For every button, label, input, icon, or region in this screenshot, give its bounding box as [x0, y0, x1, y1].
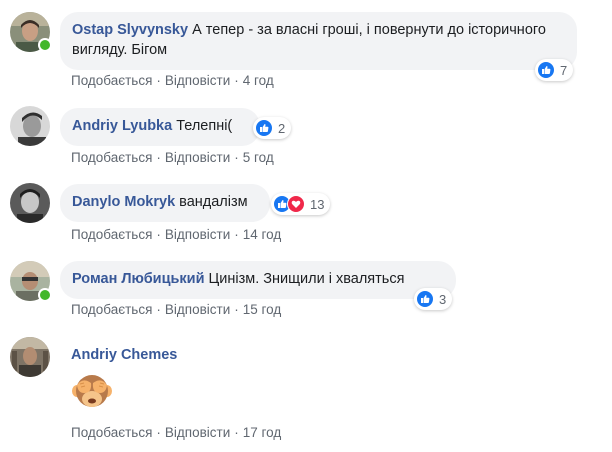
online-status-indicator	[38, 288, 52, 302]
comment-author[interactable]: Andriy Lyubka	[72, 118, 172, 134]
comment-bubble: Andriy Chemes	[60, 337, 260, 375]
reactions-badge[interactable]: 3	[414, 288, 453, 310]
reaction-count: 13	[310, 196, 325, 212]
comment-actions: Подобається · Відповісти · 5 год	[71, 150, 274, 165]
avatar[interactable]	[10, 337, 50, 377]
comment-bubble: Ostap Slyvynsky А тепер - за власні гроші…	[60, 12, 577, 70]
reaction-count: 3	[439, 291, 447, 307]
comment-author[interactable]: Andriy Chemes	[71, 347, 177, 363]
reactions-badge[interactable]: 2	[253, 117, 292, 139]
see-no-evil-monkey-emoji	[72, 371, 112, 411]
comment-timestamp[interactable]: 4 год	[243, 73, 274, 88]
like-button[interactable]: Подобається	[71, 227, 152, 242]
like-button[interactable]: Подобається	[71, 150, 152, 165]
separator: ·	[234, 73, 239, 88]
separator: ·	[156, 73, 161, 88]
separator: ·	[234, 302, 239, 317]
like-icon	[537, 61, 555, 79]
comment-actions: Подобається · Відповісти · 15 год	[71, 302, 281, 317]
like-button[interactable]: Подобається	[71, 302, 152, 317]
comment-bubble: Роман Любицький Цинізм. Знищили і хвалять…	[60, 261, 456, 299]
like-icon	[416, 290, 434, 308]
reply-button[interactable]: Відповісти	[165, 227, 230, 242]
avatar[interactable]	[10, 106, 50, 146]
online-status-indicator	[38, 38, 52, 52]
comment-actions: Подобається · Відповісти · 17 год	[71, 425, 281, 440]
separator: ·	[156, 150, 161, 165]
separator: ·	[234, 150, 239, 165]
comment-text: Телепні(	[176, 118, 233, 134]
reply-button[interactable]: Відповісти	[165, 73, 230, 88]
separator: ·	[156, 227, 161, 242]
separator: ·	[234, 227, 239, 242]
comment-bubble: Danylo Mokryk вандалізм	[60, 184, 270, 222]
comment-text: вандалізм	[179, 194, 248, 210]
comment-author[interactable]: Роман Любицький	[72, 271, 205, 287]
comment-actions: Подобається · Відповісти · 4 год	[71, 73, 274, 88]
reply-button[interactable]: Відповісти	[165, 150, 230, 165]
comment-timestamp[interactable]: 14 год	[243, 227, 281, 242]
comment-author[interactable]: Ostap Slyvynsky	[72, 22, 188, 38]
comment-timestamp[interactable]: 17 год	[243, 425, 281, 440]
comment-text: Цинізм. Знищили і хваляться	[208, 271, 405, 287]
comment-author[interactable]: Danylo Mokryk	[72, 194, 175, 210]
separator: ·	[156, 302, 161, 317]
separator: ·	[156, 425, 161, 440]
like-button[interactable]: Подобається	[71, 73, 152, 88]
reaction-count: 2	[278, 120, 286, 136]
comment-bubble: Andriy Lyubka Телепні(	[60, 108, 260, 146]
reply-button[interactable]: Відповісти	[165, 425, 230, 440]
comment-timestamp[interactable]: 5 год	[243, 150, 274, 165]
reactions-badge[interactable]: 13	[271, 193, 331, 215]
like-icon	[255, 119, 273, 137]
comment-actions: Подобається · Відповісти · 14 год	[71, 227, 281, 242]
love-icon	[287, 195, 305, 213]
avatar[interactable]	[10, 183, 50, 223]
reply-button[interactable]: Відповісти	[165, 302, 230, 317]
comment-timestamp[interactable]: 15 год	[243, 302, 281, 317]
like-button[interactable]: Подобається	[71, 425, 152, 440]
reactions-badge[interactable]: 7	[535, 59, 574, 81]
reaction-count: 7	[560, 62, 568, 78]
separator: ·	[234, 425, 239, 440]
